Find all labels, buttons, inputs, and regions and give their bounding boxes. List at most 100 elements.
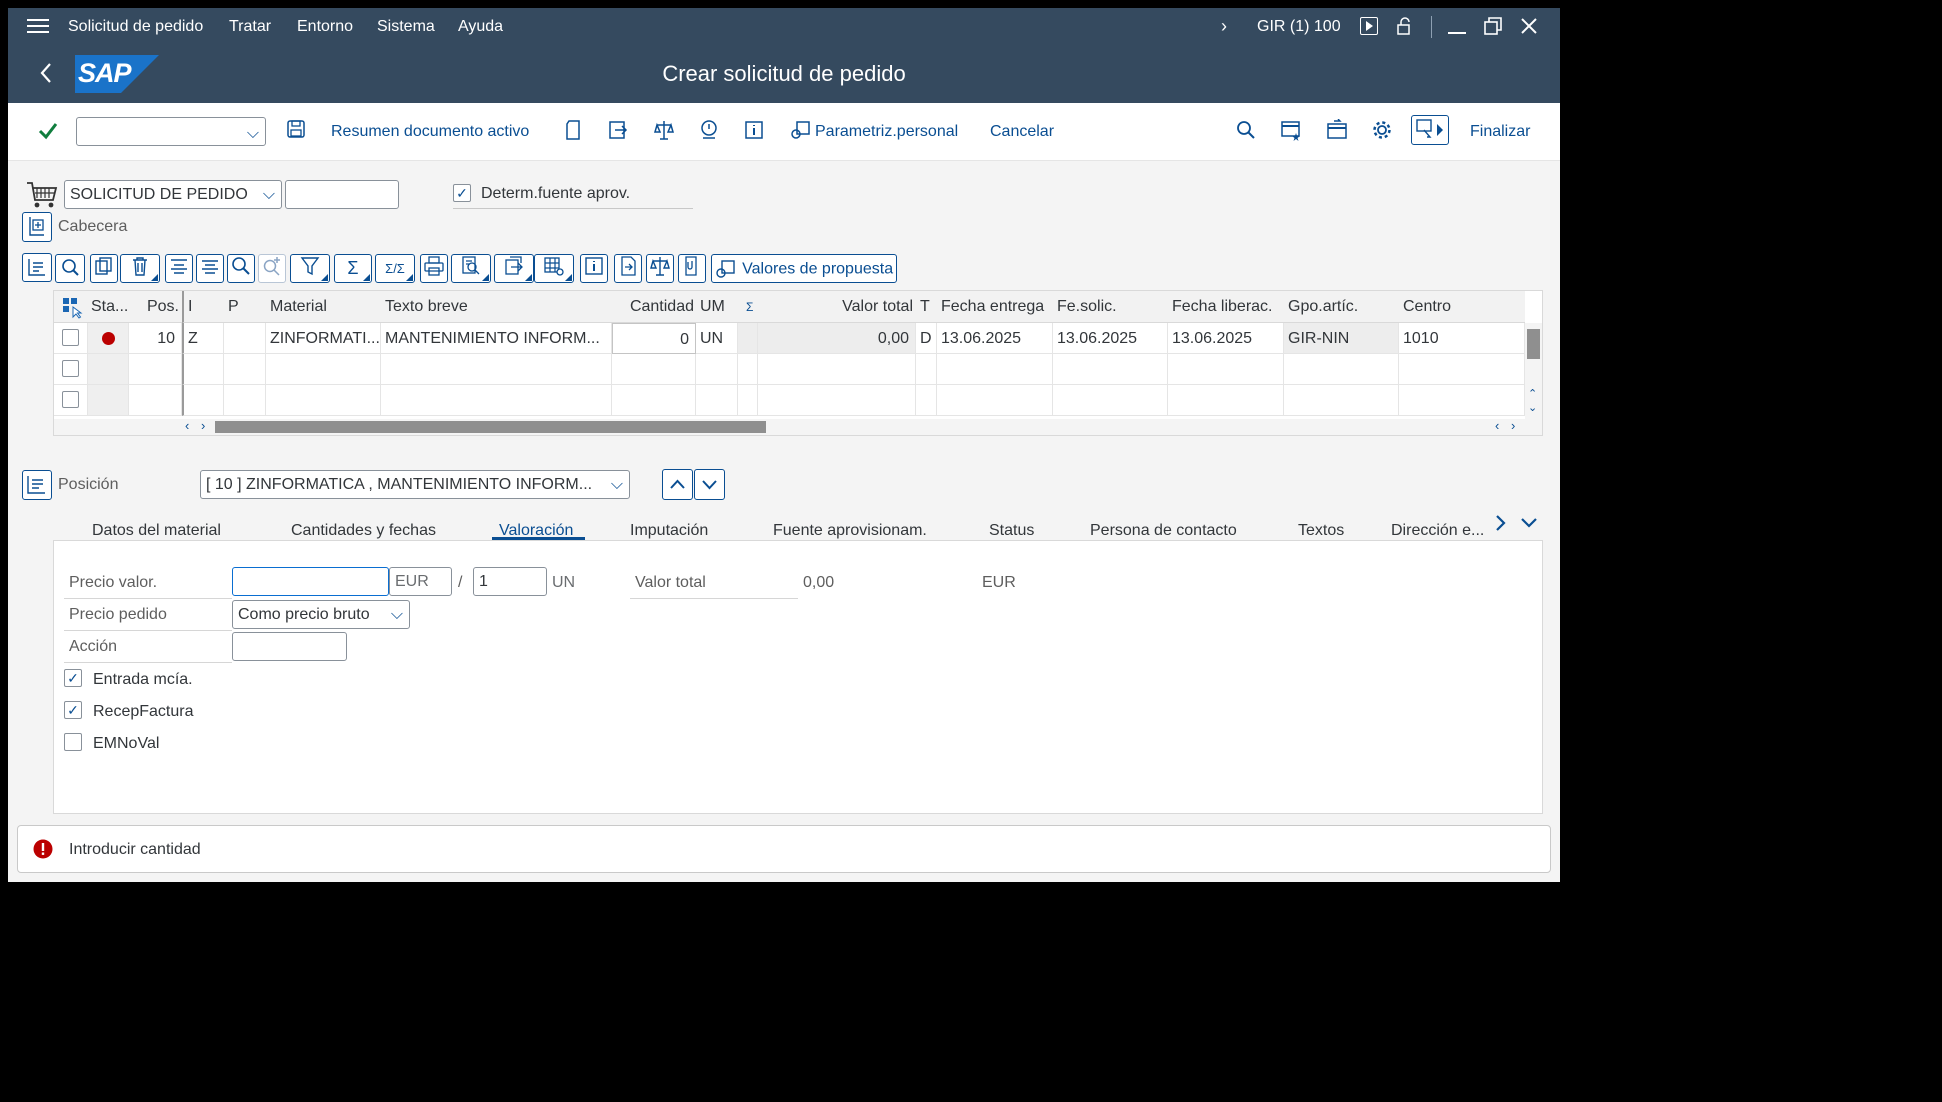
tab-fuente-aprovisionam[interactable]: Fuente aprovisionam.: [773, 522, 927, 540]
enter-check-icon[interactable]: [36, 119, 60, 143]
cell-blank[interactable]: [738, 354, 758, 385]
cell-i[interactable]: [182, 354, 224, 385]
copy-icon[interactable]: [90, 254, 118, 283]
tabs-list-icon[interactable]: [1518, 510, 1540, 536]
chevron-down-icon[interactable]: ⌵: [611, 471, 623, 498]
row-checkbox[interactable]: [62, 329, 79, 346]
cell-t[interactable]: [916, 354, 937, 385]
balance-icon[interactable]: [646, 254, 674, 283]
resumen-documento-activo-button[interactable]: Resumen documento activo: [331, 123, 529, 141]
cell-i[interactable]: [182, 385, 224, 416]
details-icon[interactable]: [55, 254, 85, 283]
col-header-pos[interactable]: Pos.: [129, 291, 182, 323]
cell-pos[interactable]: 10: [129, 323, 182, 354]
cell-cantidad[interactable]: [612, 385, 696, 416]
command-field[interactable]: ⌵: [76, 117, 266, 146]
col-header-centro[interactable]: Centro: [1399, 291, 1525, 323]
col-header-status[interactable]: Sta...: [88, 291, 129, 323]
attachment-icon[interactable]: [678, 254, 706, 283]
col-header-fe-solic[interactable]: Fe.solic.: [1053, 291, 1168, 323]
lock-icon[interactable]: [1395, 17, 1413, 35]
cell-fe-solic[interactable]: 13.06.2025: [1053, 323, 1168, 354]
menu-sistema[interactable]: Sistema: [377, 18, 435, 36]
cell-fe-solic[interactable]: [1053, 354, 1168, 385]
row-select-checkbox[interactable]: [54, 385, 88, 416]
col-header-p[interactable]: P: [224, 291, 266, 323]
scroll-left-icon[interactable]: ‹: [185, 418, 189, 433]
posicion-select[interactable]: [ 10 ] ZINFORMATICA , MANTENIMIENTO INFO…: [200, 470, 630, 499]
cell-p[interactable]: [224, 354, 266, 385]
menu-entorno[interactable]: Entorno: [297, 18, 353, 36]
info-icon[interactable]: [580, 254, 608, 283]
scroll-up-icon[interactable]: ⌃: [1528, 387, 1537, 400]
search-icon[interactable]: [1234, 119, 1258, 143]
col-header-gpo-artic[interactable]: Gpo.artíc.: [1284, 291, 1399, 323]
cell-cantidad[interactable]: 0: [612, 323, 696, 354]
cell-status-color[interactable]: [88, 385, 129, 416]
emnoval-checkbox[interactable]: [64, 733, 82, 751]
cell-i[interactable]: Z: [182, 323, 224, 354]
other-document-icon[interactable]: [606, 119, 630, 143]
menu-ayuda[interactable]: Ayuda: [458, 18, 503, 36]
close-icon[interactable]: [1520, 17, 1538, 35]
previous-item-button[interactable]: [662, 469, 693, 500]
settings-icon[interactable]: [1370, 119, 1394, 143]
cancelar-button[interactable]: Cancelar: [990, 123, 1054, 141]
tab-direccion-entrega[interactable]: Dirección e...: [1391, 522, 1484, 540]
sum-icon[interactable]: Σ: [334, 254, 372, 283]
cell-centro[interactable]: 1010: [1399, 323, 1525, 354]
scroll-right-end-icon[interactable]: ›: [1511, 418, 1515, 433]
cell-centro[interactable]: [1399, 385, 1525, 416]
menu-solicitud-de-pedido[interactable]: Solicitud de pedido: [68, 18, 203, 36]
accion-input[interactable]: [232, 632, 347, 661]
document-pdf-icon[interactable]: [614, 254, 642, 283]
personalize-icon[interactable]: [788, 119, 812, 143]
cell-blank[interactable]: [738, 323, 758, 354]
play-icon[interactable]: [1360, 17, 1378, 35]
cell-t[interactable]: D: [916, 323, 937, 354]
status-message[interactable]: Introducir cantidad: [69, 841, 201, 859]
cell-material[interactable]: [266, 354, 381, 385]
check-item-icon[interactable]: [697, 119, 721, 143]
cell-valor[interactable]: [758, 385, 916, 416]
layout-icon[interactable]: [534, 254, 574, 283]
align-top-icon[interactable]: [165, 254, 193, 283]
tab-cantidades-y-fechas[interactable]: Cantidades y fechas: [291, 522, 436, 540]
col-header-i[interactable]: I: [182, 291, 224, 323]
valores-propuesta-button[interactable]: Valores de propuesta: [711, 254, 897, 283]
per-quantity-input[interactable]: 1: [473, 567, 547, 596]
col-header-fecha-entrega[interactable]: Fecha entrega: [937, 291, 1053, 323]
cell-pos[interactable]: [129, 385, 182, 416]
new-window-icon[interactable]: [1279, 119, 1303, 143]
cell-fecha-lib[interactable]: 13.06.2025: [1168, 323, 1284, 354]
balance-icon[interactable]: [652, 119, 676, 143]
gui-options-icon[interactable]: [1411, 115, 1449, 145]
menu-tratar[interactable]: Tratar: [229, 18, 271, 36]
minimize-icon[interactable]: [1448, 32, 1466, 34]
cell-centro[interactable]: [1399, 354, 1525, 385]
next-item-button[interactable]: [694, 469, 725, 500]
expand-header-icon[interactable]: [22, 212, 52, 242]
cell-valor[interactable]: 0,00: [758, 323, 916, 354]
col-header-um[interactable]: UM: [696, 291, 738, 323]
create-session-icon[interactable]: [1325, 118, 1349, 143]
export-icon[interactable]: [494, 254, 534, 283]
find-next-icon[interactable]: [258, 254, 286, 283]
cell-fecha-lib[interactable]: [1168, 385, 1284, 416]
cell-pos[interactable]: [129, 354, 182, 385]
cell-p[interactable]: [224, 323, 266, 354]
cell-gpo[interactable]: GIR-NIN: [1284, 323, 1399, 354]
select-all-icon[interactable]: [54, 291, 88, 323]
horizontal-scroll-thumb[interactable]: [215, 421, 766, 433]
recepfactura-checkbox[interactable]: ✓: [64, 701, 82, 719]
vertical-scroll-thumb[interactable]: [1527, 329, 1540, 359]
info-icon[interactable]: [742, 119, 766, 143]
tab-status[interactable]: Status: [989, 522, 1034, 540]
col-header-fecha-liberac[interactable]: Fecha liberac.: [1168, 291, 1284, 323]
tab-persona-de-contacto[interactable]: Persona de contacto: [1090, 522, 1237, 540]
hamburger-menu-icon[interactable]: [27, 17, 49, 35]
precio-pedido-select[interactable]: Como precio bruto ⌵: [232, 600, 410, 629]
cell-valor[interactable]: [758, 354, 916, 385]
cell-texto[interactable]: [381, 354, 612, 385]
chevron-right-icon[interactable]: ›: [1221, 16, 1227, 37]
